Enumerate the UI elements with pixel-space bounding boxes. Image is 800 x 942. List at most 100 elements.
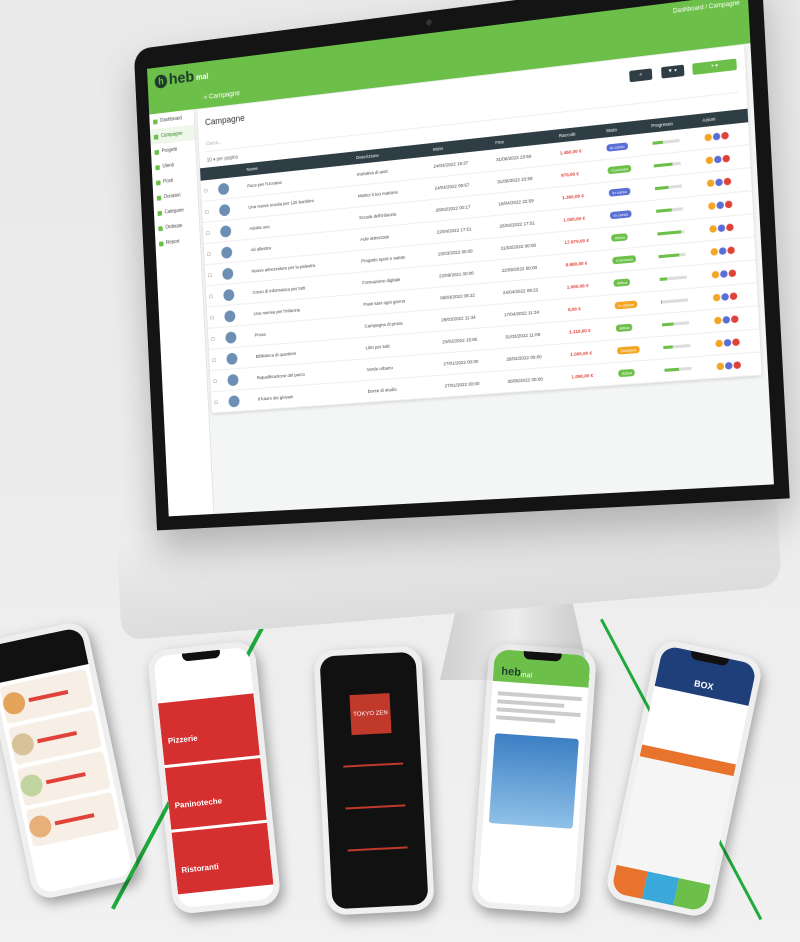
status-badge: Sospesa [617,345,640,355]
delete-icon[interactable] [729,292,738,301]
edit-icon[interactable] [723,338,732,347]
sidebar-item-label: Dashboard [160,115,183,124]
row-checkbox[interactable]: ▢ [208,348,225,371]
delete-icon[interactable] [728,269,736,278]
row-checkbox[interactable]: ▢ [205,284,222,308]
row-checkbox[interactable]: ▢ [203,242,220,265]
status-badge: Attiva [611,233,629,242]
delete-icon[interactable] [722,154,730,163]
progress-fill [659,277,668,282]
progress-fill [654,186,668,191]
row-thumbnail [225,388,256,413]
logo-suffix: mal [195,71,209,82]
row-thumbnail [223,346,254,370]
progress-fill [655,208,672,214]
edit-icon[interactable] [722,315,730,324]
edit-icon[interactable] [724,361,733,370]
category-card-label: Ristoranti [181,862,220,875]
delete-icon[interactable] [726,246,735,255]
row-checkbox[interactable]: ▢ [201,199,217,223]
edit-icon[interactable] [717,224,726,233]
row-checkbox[interactable]: ▢ [204,263,221,287]
row-thumbnail [218,239,249,264]
phone-menu [0,620,140,902]
sidebar-icon [153,134,159,140]
row-checkbox[interactable]: ▢ [202,221,219,244]
campaign-image [217,182,230,195]
sidebar-icon [153,118,158,125]
status-badge: Concluso [607,164,632,175]
sidebar-item-label: Categorie [164,207,185,216]
phone-notch [348,653,387,664]
row-checkbox[interactable]: ▢ [200,179,216,202]
logo-mark-icon: h [154,74,168,89]
delete-icon[interactable] [733,361,741,370]
category-card[interactable]: Paninoteche [164,758,267,830]
sidebar-item-label: Campagne [160,130,183,140]
row-checkbox[interactable]: ▢ [210,390,227,414]
category-card[interactable]: Pizzerie [157,693,260,766]
edit-icon[interactable] [719,270,728,278]
sidebar-icon [158,240,164,247]
edit-icon[interactable] [720,292,729,301]
view-icon[interactable] [706,179,715,188]
edit-icon[interactable] [718,247,727,256]
campaign-image [221,267,234,280]
row-checkbox[interactable]: ▢ [209,369,226,392]
delete-icon[interactable] [724,200,733,209]
row-thumbnail [221,303,252,328]
view-icon[interactable] [704,133,712,142]
progress-fill [661,322,674,327]
progress-fill [662,345,673,350]
delete-icon[interactable] [720,131,729,140]
top-breadcrumb: Dashboard / Campagne [672,0,740,15]
campaign-start: 27/01/2022 00:00 [441,370,506,398]
delete-icon[interactable] [731,338,740,347]
app-screen: h heb mal Dashboard / Campagne Dashboard… [147,0,774,517]
view-icon[interactable] [705,156,714,165]
view-icon[interactable] [711,270,720,279]
app-logo[interactable]: h heb mal [154,67,209,91]
progress-bar [660,298,688,305]
row-checkbox[interactable]: ▢ [206,305,223,329]
pos-logo: BOX [693,678,715,693]
row-checkbox[interactable]: ▢ [207,327,224,350]
progress-fill [657,253,680,259]
edit-icon[interactable] [714,178,723,187]
category-card[interactable]: Ristoranti [171,822,274,895]
view-icon[interactable] [712,293,721,302]
edit-icon[interactable] [713,155,722,164]
edit-icon[interactable] [716,201,724,210]
progress-bar [661,321,689,327]
page-title: Campagne [204,112,245,128]
view-icon[interactable] [708,224,717,233]
phone-hebmal-screen: heb mal [477,648,591,909]
delete-icon[interactable] [723,177,732,186]
sidebar-item-report[interactable]: Report [155,232,200,252]
campaign-image [227,373,239,386]
view-icon[interactable] [714,339,723,348]
view-icon[interactable] [707,202,716,211]
search-button[interactable]: ⌕ [629,68,653,83]
camera-dot [425,18,432,26]
view-icon[interactable] [716,362,724,371]
view-icon[interactable] [710,247,718,256]
filter-button[interactable]: ▼ ▾ [660,64,684,79]
edit-icon[interactable] [712,132,721,141]
campaigns-panel: Campagne ⌕ ▼ ▾ + ▾ Cerca... 10 ▾ per pag… [197,44,762,414]
sidebar-icon [157,210,163,216]
tokyo-logo: TOKYO ZEN [349,693,392,736]
view-icon[interactable] [713,316,722,325]
status-badge: In corso [609,187,631,197]
row-thumbnail [220,282,251,306]
delete-icon[interactable] [725,223,734,232]
category-card-label: Paninoteche [174,796,223,811]
sidebar-icon [155,179,161,186]
progress-fill [660,300,662,305]
progress-fill [653,162,673,168]
campaign-image [220,245,233,259]
category-card-label: Pizzerie [167,733,199,746]
add-campaign-button[interactable]: + ▾ [692,58,737,76]
delete-icon[interactable] [730,315,739,324]
progress-cell [660,355,713,382]
